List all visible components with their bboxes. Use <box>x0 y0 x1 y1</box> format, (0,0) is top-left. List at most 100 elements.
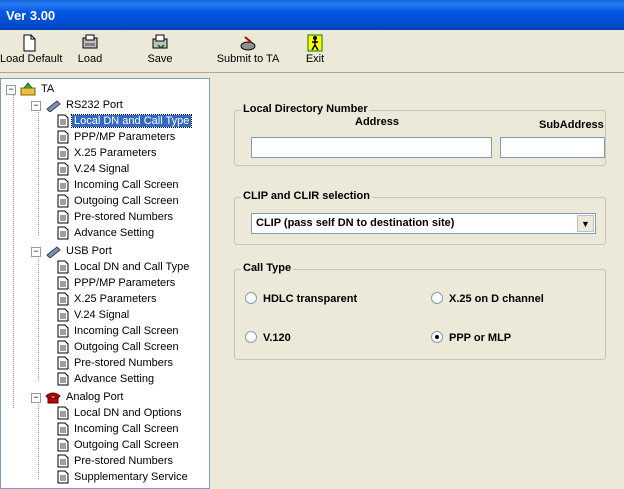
tree-item-usb-v24[interactable]: V.24 Signal <box>57 307 131 323</box>
tree-item-usb-x25[interactable]: X.25 Parameters <box>57 291 159 307</box>
tree-item-rs232-v24[interactable]: V.24 Signal <box>57 161 131 177</box>
tree-label: PPP/MP Parameters <box>74 131 176 143</box>
collapse-icon[interactable]: − <box>31 393 41 403</box>
radio-label: PPP or MLP <box>449 332 512 344</box>
tree-label: Local DN and Call Type <box>74 261 190 273</box>
clip-select[interactable]: CLIP (pass self DN to destination site) … <box>251 213 596 234</box>
tree-item-analog-local-dn[interactable]: Local DN and Options <box>57 405 184 421</box>
tree-item-usb-prestored[interactable]: Pre-stored Numbers <box>57 355 175 371</box>
serial-port-icon <box>46 100 61 113</box>
tree-item-rs232-advance[interactable]: Advance Setting <box>57 225 156 241</box>
tree-item-rs232-outgoing[interactable]: Outgoing Call Screen <box>57 193 181 209</box>
tree-item-rs232-local-dn[interactable]: Local DN and Call Type <box>57 113 193 129</box>
title-bar: Ver 3.00 <box>0 0 624 30</box>
navigation-tree[interactable]: − TA − RS232 Port Local DN and Call Type… <box>0 78 210 489</box>
tree-label: PPP/MP Parameters <box>74 277 176 289</box>
document-icon <box>57 372 69 386</box>
exit-button[interactable]: Exit <box>302 32 328 70</box>
tree-label: X.25 Parameters <box>74 293 157 305</box>
tree-label: Outgoing Call Screen <box>74 195 179 207</box>
tree-item-analog-outgoing[interactable]: Outgoing Call Screen <box>57 437 181 453</box>
tree-label: Incoming Call Screen <box>74 423 179 435</box>
load-button[interactable]: Load <box>70 32 110 70</box>
document-icon <box>57 324 69 338</box>
tree-label: Analog Port <box>66 391 124 403</box>
call-type-group: Call Type HDLC transparent X.25 on D cha… <box>234 262 606 360</box>
exit-icon <box>307 34 323 52</box>
tree-node-rs232[interactable]: − RS232 Port <box>31 97 125 113</box>
address-input[interactable] <box>251 137 492 158</box>
tree-item-rs232-prestored[interactable]: Pre-stored Numbers <box>57 209 175 225</box>
tree-label: Pre-stored Numbers <box>74 211 174 223</box>
tree-node-analog[interactable]: − Analog Port <box>31 389 125 405</box>
exit-label: Exit <box>305 53 325 65</box>
tree-connector <box>38 253 39 381</box>
tree-label: Local DN and Options <box>74 407 182 419</box>
collapse-icon[interactable]: − <box>31 247 41 257</box>
document-icon <box>57 340 69 354</box>
document-icon <box>57 162 69 176</box>
tree-label: Pre-stored Numbers <box>74 357 174 369</box>
address-label: Address <box>355 116 400 128</box>
tree-label: TA <box>41 83 55 95</box>
save-button[interactable]: Save <box>140 32 180 70</box>
tree-label: Advance Setting <box>74 373 155 385</box>
document-icon <box>57 130 69 144</box>
document-icon <box>57 470 69 484</box>
tree-item-usb-local-dn[interactable]: Local DN and Call Type <box>57 259 191 275</box>
document-icon <box>57 260 69 274</box>
toolbar: Load Default Load Save Submit to TA Exit <box>0 30 624 73</box>
tree-item-usb-outgoing[interactable]: Outgoing Call Screen <box>57 339 181 355</box>
tree-item-rs232-x25[interactable]: X.25 Parameters <box>57 145 159 161</box>
document-icon <box>57 210 69 224</box>
tree-label: Advance Setting <box>74 227 155 239</box>
tree-label: Pre-stored Numbers <box>74 455 174 467</box>
document-icon <box>57 356 69 370</box>
collapse-icon[interactable]: − <box>31 101 41 111</box>
radio-label: X.25 on D channel <box>449 293 544 305</box>
tree-root-ta[interactable]: − TA <box>6 81 56 97</box>
radio-x25-d-channel[interactable]: X.25 on D channel <box>431 292 544 306</box>
radio-circle-icon <box>245 292 257 305</box>
radio-hdlc-transparent[interactable]: HDLC transparent <box>245 292 357 306</box>
usb-port-icon <box>46 246 61 259</box>
document-icon <box>57 406 69 420</box>
tree-item-usb-incoming[interactable]: Incoming Call Screen <box>57 323 181 339</box>
document-icon <box>57 178 69 192</box>
document-icon <box>57 308 69 322</box>
tree-item-analog-supplementary[interactable]: Supplementary Service <box>57 469 190 485</box>
subaddress-input[interactable] <box>500 137 605 158</box>
tree-label: USB Port <box>66 245 112 257</box>
new-document-icon <box>23 34 36 52</box>
load-label: Load <box>77 53 103 65</box>
tree-node-usb[interactable]: − USB Port <box>31 243 114 259</box>
tree-label: Supplementary Service <box>74 471 188 483</box>
tree-label: Outgoing Call Screen <box>74 439 179 451</box>
save-label: Save <box>147 53 173 65</box>
subaddress-label: SubAddress <box>539 119 604 131</box>
chevron-down-icon[interactable]: ▼ <box>577 215 594 232</box>
submit-label: Submit to TA <box>216 53 280 65</box>
group-title: CLIP and CLIR selection <box>241 190 372 202</box>
clip-select-value: CLIP (pass self DN to destination site) <box>256 217 455 229</box>
tree-item-analog-prestored[interactable]: Pre-stored Numbers <box>57 453 175 469</box>
radio-circle-icon <box>431 292 443 305</box>
load-default-button[interactable]: Load Default <box>0 32 63 70</box>
document-icon <box>57 276 69 290</box>
submit-button[interactable]: Submit to TA <box>216 32 280 70</box>
document-icon <box>57 114 69 128</box>
tree-item-usb-advance[interactable]: Advance Setting <box>57 371 156 387</box>
radio-v120[interactable]: V.120 <box>245 331 291 345</box>
radio-label: HDLC transparent <box>263 293 358 305</box>
tree-item-rs232-ppp[interactable]: PPP/MP Parameters <box>57 129 177 145</box>
tree-item-rs232-incoming[interactable]: Incoming Call Screen <box>57 177 181 193</box>
document-icon <box>57 422 69 436</box>
collapse-icon[interactable]: − <box>6 85 16 95</box>
tree-item-usb-ppp[interactable]: PPP/MP Parameters <box>57 275 177 291</box>
radio-ppp-mlp[interactable]: PPP or MLP <box>431 331 511 345</box>
document-icon <box>57 226 69 240</box>
load-default-label: Load Default <box>0 53 63 65</box>
radio-circle-icon <box>245 331 257 344</box>
tree-label: V.24 Signal <box>74 163 130 175</box>
tree-item-analog-incoming[interactable]: Incoming Call Screen <box>57 421 181 437</box>
